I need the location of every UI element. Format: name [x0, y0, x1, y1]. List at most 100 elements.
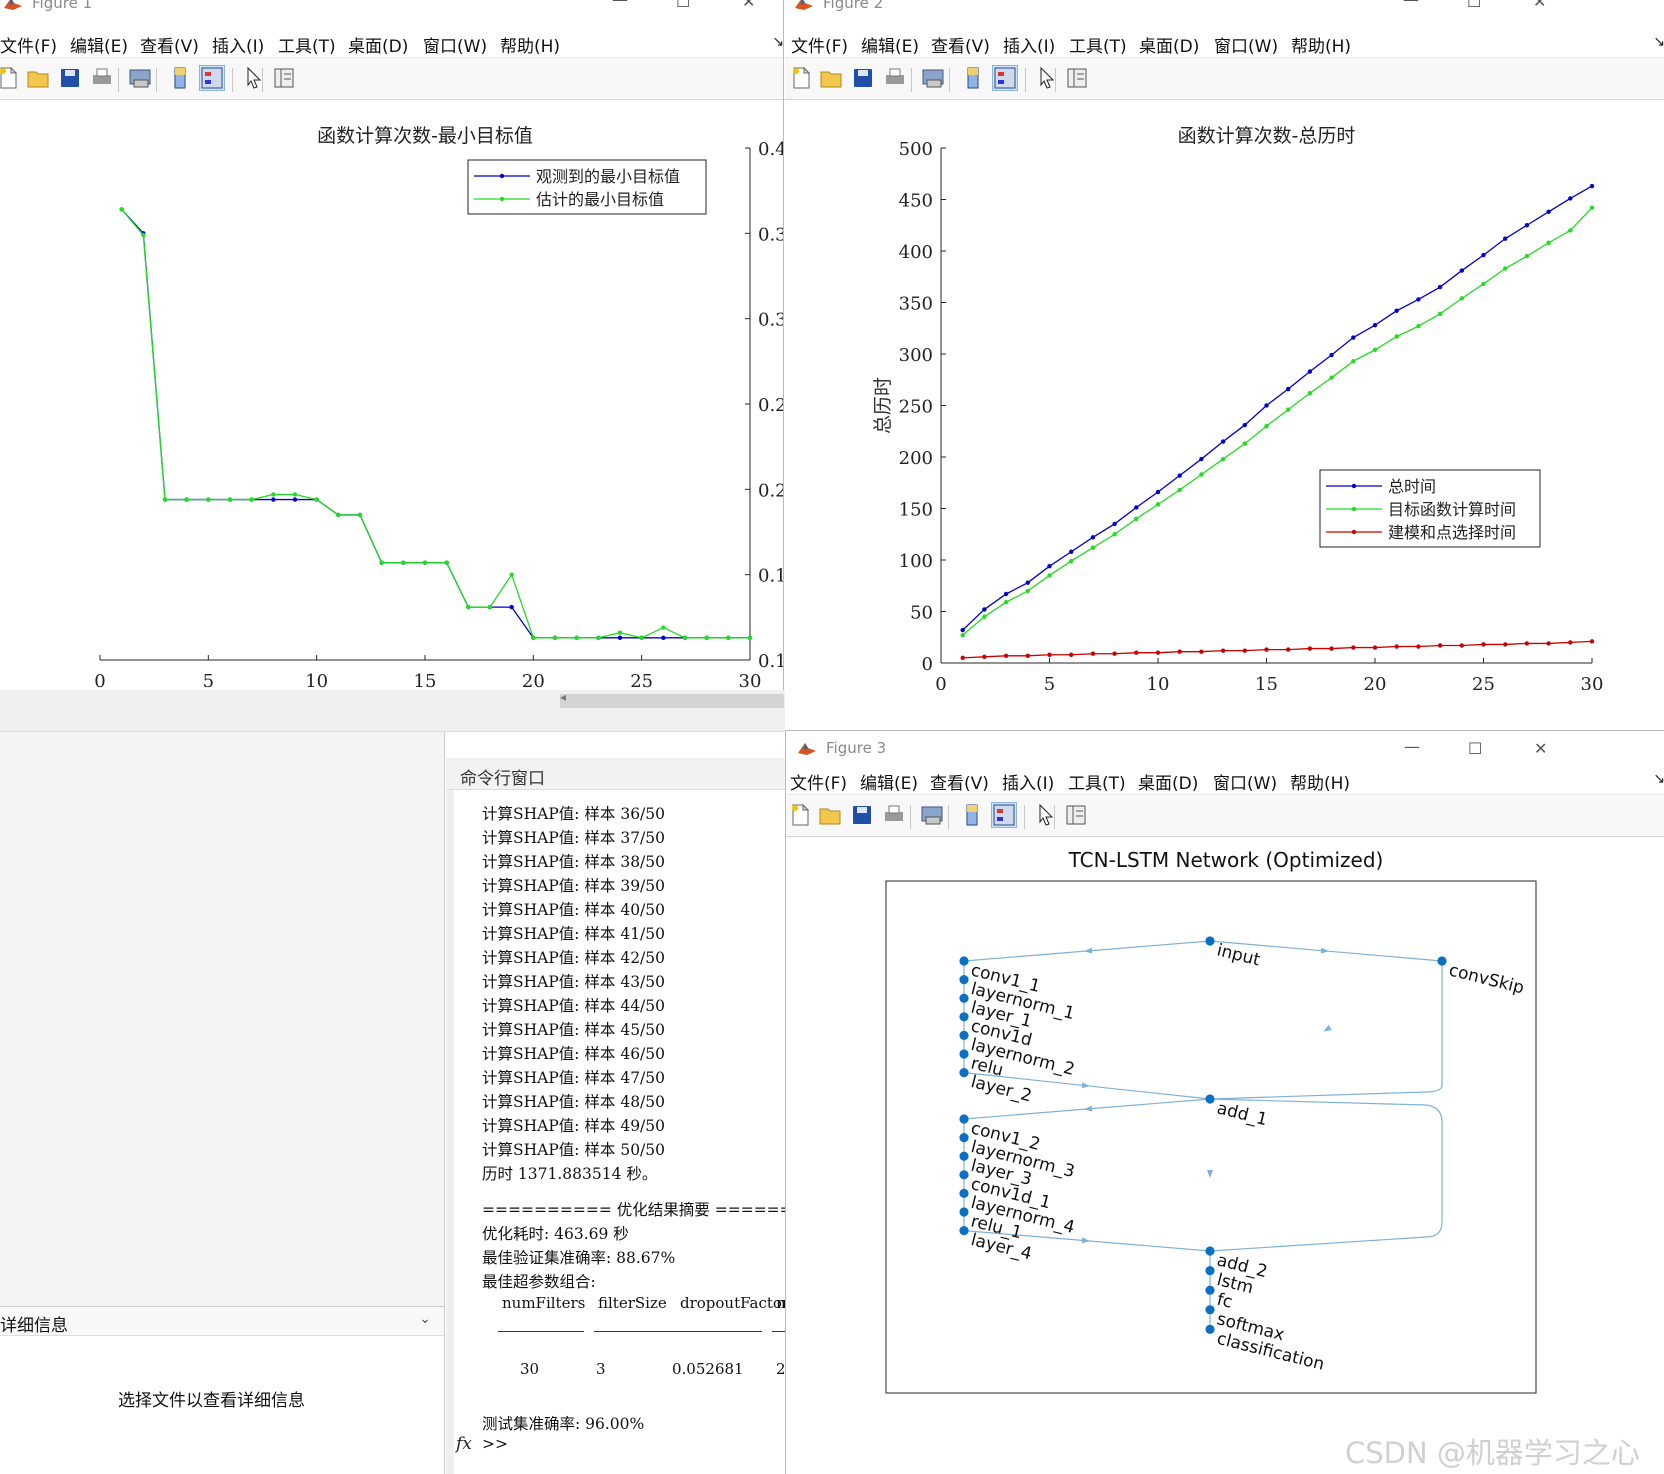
menu-item[interactable]: 文件(F) — [791, 32, 848, 57]
network-graph-area[interactable]: TCN-LSTM Network (Optimized)inputconv1_1… — [786, 837, 1664, 1474]
graph-node[interactable] — [959, 1012, 969, 1022]
dock-arrow-icon[interactable]: ↘ — [1653, 34, 1664, 50]
insert-legend-icon[interactable] — [199, 65, 225, 91]
figure-1-titlebar[interactable]: Figure 1 — ☐ ✕ — [0, 0, 783, 28]
insert-colorbar-icon[interactable] — [961, 66, 985, 90]
close-icon[interactable]: ✕ — [1534, 739, 1547, 758]
graph-node[interactable] — [959, 1226, 969, 1236]
graph-node[interactable] — [959, 1114, 969, 1124]
menu-item[interactable]: 编辑(E) — [860, 769, 918, 794]
menu-item[interactable]: 插入(I) — [1002, 769, 1054, 794]
menu-item[interactable]: 查看(V) — [930, 769, 989, 794]
insert-legend-icon[interactable] — [991, 802, 1017, 828]
chart-area[interactable]: 0 5 10 15 20 25 300501001502002503003504004505… — [785, 100, 1664, 690]
close-icon[interactable]: ✕ — [742, 0, 755, 11]
command-output-line: 计算SHAP值: 样本 38/50 — [482, 853, 666, 871]
graph-node[interactable] — [959, 993, 969, 1003]
new-figure-icon[interactable] — [788, 803, 812, 827]
graph-node[interactable] — [1205, 1285, 1215, 1295]
insert-colorbar-icon[interactable] — [168, 66, 192, 90]
scroll-left-icon[interactable]: ◂ — [560, 690, 566, 704]
menu-item[interactable]: 工具(T) — [1069, 32, 1127, 57]
menu-item[interactable]: 窗口(W) — [423, 32, 487, 57]
data-point — [119, 207, 124, 212]
graph-node[interactable] — [1205, 1324, 1215, 1334]
graph-node[interactable] — [959, 1030, 969, 1040]
print-icon[interactable] — [883, 66, 907, 90]
link-plot-icon[interactable] — [921, 66, 945, 90]
minimize-icon[interactable]: — — [1404, 737, 1420, 756]
menu-item[interactable]: 帮助(H) — [500, 32, 560, 57]
menu-item[interactable]: 查看(V) — [931, 32, 990, 57]
graph-node[interactable] — [959, 1068, 969, 1078]
property-inspector-icon[interactable] — [1064, 803, 1088, 827]
graph-node[interactable] — [959, 1133, 969, 1143]
menu-item[interactable]: 编辑(E) — [861, 32, 919, 57]
menu-item[interactable]: 插入(I) — [212, 32, 264, 57]
menu-item[interactable]: 文件(F) — [790, 769, 847, 794]
minimize-icon[interactable]: — — [1403, 0, 1419, 9]
empty-details-hint: 选择文件以查看详细信息 — [118, 1391, 305, 1411]
details-header[interactable]: 详细信息 ⌄ — [0, 1306, 444, 1336]
maximize-icon[interactable]: ☐ — [1467, 0, 1481, 11]
graph-node[interactable] — [959, 975, 969, 985]
menu-item[interactable]: 查看(V) — [140, 32, 199, 57]
graph-node[interactable] — [1437, 956, 1447, 966]
chevron-down-icon[interactable]: ⌄ — [419, 1311, 431, 1327]
insert-colorbar-icon[interactable] — [960, 803, 984, 827]
graph-node[interactable] — [1205, 1246, 1215, 1256]
open-file-icon[interactable] — [819, 66, 843, 90]
new-figure-icon[interactable] — [789, 66, 813, 90]
new-figure-icon[interactable] — [0, 66, 20, 90]
graph-node[interactable] — [1205, 936, 1215, 946]
data-point — [509, 572, 514, 577]
open-file-icon[interactable] — [818, 803, 842, 827]
save-icon[interactable] — [851, 66, 875, 90]
maximize-icon[interactable]: ☐ — [1468, 739, 1482, 758]
graph-node[interactable] — [959, 1049, 969, 1059]
horizontal-scrollbar[interactable] — [560, 694, 784, 708]
open-file-icon[interactable] — [26, 66, 50, 90]
figure-2-titlebar[interactable]: Figure 2 — ☐ ✕ — [785, 0, 1664, 28]
menu-item[interactable]: 桌面(D) — [348, 32, 408, 57]
menu-item[interactable]: 桌面(D) — [1139, 32, 1199, 57]
link-plot-icon[interactable] — [128, 66, 152, 90]
menu-item[interactable]: 编辑(E) — [70, 32, 128, 57]
figure-3-titlebar[interactable]: Figure 3 — ☐ ✕ — [786, 731, 1664, 765]
command-window[interactable]: 命令行窗口 计算SHAP值: 样本 36/50 计算SHAP值: 样本 37/50… — [446, 732, 785, 1474]
graph-node[interactable] — [1205, 1305, 1215, 1315]
graph-node[interactable] — [959, 956, 969, 966]
save-icon[interactable] — [850, 803, 874, 827]
insert-legend-icon[interactable] — [992, 65, 1018, 91]
menu-item[interactable]: 帮助(H) — [1291, 32, 1351, 57]
close-icon[interactable]: ✕ — [1533, 0, 1546, 11]
menu-item[interactable]: 工具(T) — [1068, 769, 1126, 794]
dock-arrow-icon[interactable]: ↘ — [772, 34, 783, 50]
menu-item[interactable]: 桌面(D) — [1138, 769, 1198, 794]
save-icon[interactable] — [58, 66, 82, 90]
dock-arrow-icon[interactable]: ↘ — [1653, 771, 1664, 787]
link-plot-icon[interactable] — [920, 803, 944, 827]
print-icon[interactable] — [882, 803, 906, 827]
graph-node[interactable] — [959, 1170, 969, 1180]
chart-area[interactable]: 0 5 10 15 20 25 300.1 0.15 0.2 0.25 0.3 0.35 0.4 函数计算… — [0, 100, 784, 690]
menu-item[interactable]: 帮助(H) — [1290, 769, 1350, 794]
property-inspector-icon[interactable] — [1065, 66, 1089, 90]
property-inspector-icon[interactable] — [272, 66, 296, 90]
maximize-icon[interactable]: ☐ — [676, 0, 690, 11]
vertical-scrollbar[interactable] — [446, 790, 454, 1474]
menu-item[interactable]: 窗口(W) — [1213, 769, 1277, 794]
graph-node[interactable] — [1205, 1094, 1215, 1104]
table-header: dropoutFactor — [680, 1294, 785, 1312]
graph-node[interactable] — [959, 1151, 969, 1161]
command-prompt[interactable]: >> — [482, 1435, 508, 1453]
graph-node[interactable] — [959, 1188, 969, 1198]
menu-item[interactable]: 工具(T) — [278, 32, 336, 57]
print-icon[interactable] — [90, 66, 114, 90]
menu-item[interactable]: 窗口(W) — [1214, 32, 1278, 57]
menu-item[interactable]: 文件(F) — [0, 32, 57, 57]
graph-node[interactable] — [959, 1207, 969, 1217]
menu-item[interactable]: 插入(I) — [1003, 32, 1055, 57]
minimize-icon[interactable]: — — [612, 0, 628, 9]
graph-node[interactable] — [1205, 1266, 1215, 1276]
